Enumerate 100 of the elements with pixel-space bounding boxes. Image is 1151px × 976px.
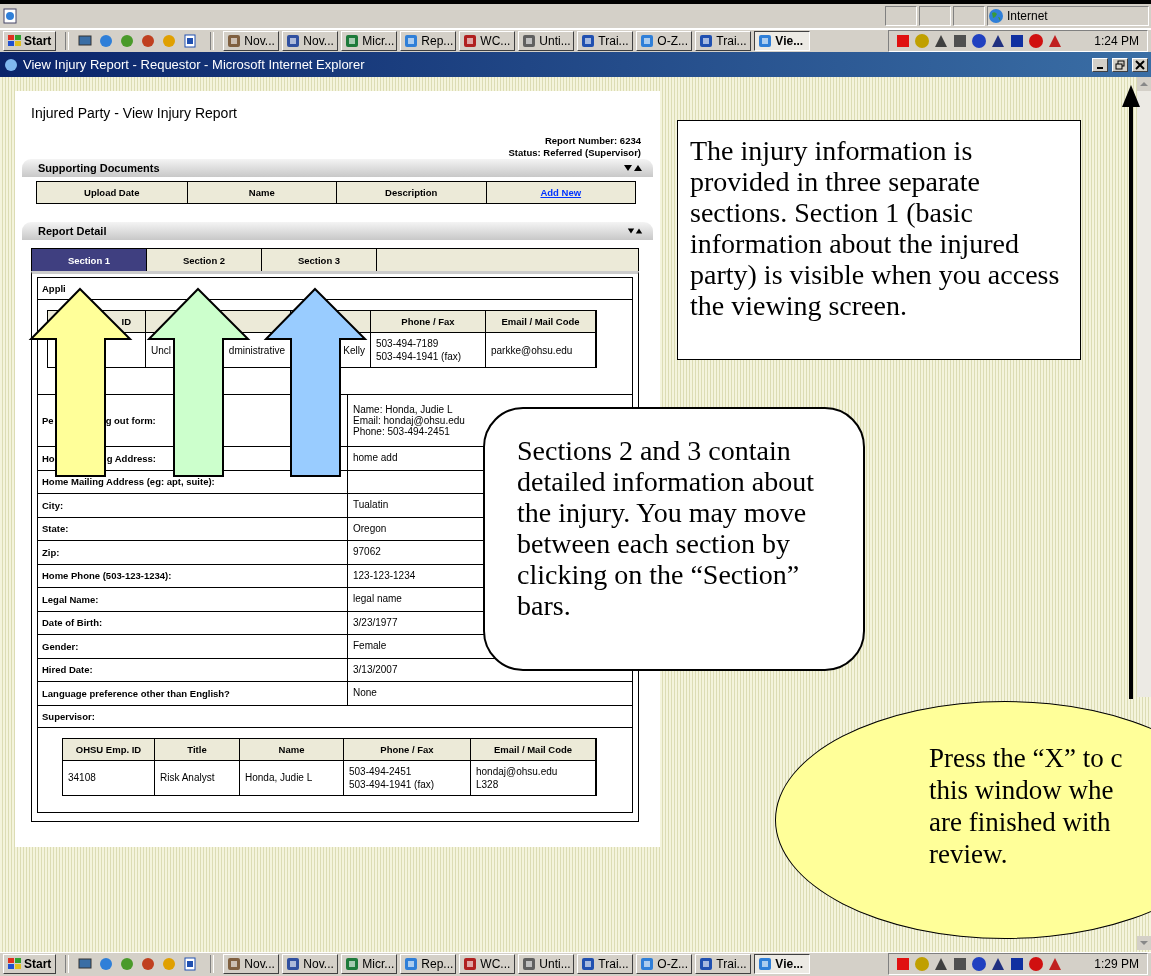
restore-button[interactable] — [1112, 57, 1128, 72]
field-label: Legal Name: — [42, 593, 99, 605]
tray-icon[interactable] — [952, 956, 969, 972]
tray-icon[interactable] — [1028, 33, 1045, 49]
section-title: Supporting Documents — [38, 162, 160, 174]
table-cell: 503-494-7189 503-494-1941 (fax) — [371, 333, 486, 367]
field-value: 123-123-1234 — [353, 569, 416, 582]
tray-icon[interactable] — [1009, 956, 1026, 972]
taskbar-button[interactable]: Unti... — [518, 31, 575, 51]
tray-icon[interactable] — [990, 956, 1007, 972]
field-label: Zip: — [42, 546, 60, 558]
tray-icon[interactable] — [1047, 33, 1064, 49]
field-label: Ho — [42, 452, 55, 464]
browser-icon — [3, 56, 19, 73]
desktop-icon[interactable] — [78, 34, 93, 48]
note-text: are finished with — [929, 806, 1111, 838]
taskbar-button[interactable]: Rep... — [400, 954, 457, 974]
status-pane — [953, 6, 985, 26]
table-cell: 34108 — [63, 760, 155, 795]
taskbar-button[interactable]: O-Z... — [636, 31, 693, 51]
tray-icon[interactable] — [971, 33, 988, 49]
field-value: Female — [353, 640, 387, 653]
clock: 1:24 PM — [1094, 34, 1139, 48]
table-cell: Risk Analyst — [155, 760, 240, 795]
taskbar-button[interactable]: WC... — [459, 31, 516, 51]
field-label: Supervisor: — [42, 710, 95, 722]
column-header: Title — [155, 738, 240, 761]
taskbar-button[interactable]: Nov... — [282, 31, 339, 51]
taskbar-button[interactable]: WC... — [459, 954, 516, 974]
taskbar-button[interactable]: Vie... — [754, 954, 811, 974]
minimize-button[interactable] — [1092, 57, 1108, 72]
tray-icon[interactable] — [1009, 33, 1026, 49]
tray-icon[interactable] — [895, 33, 912, 49]
document-icon[interactable] — [183, 957, 198, 971]
app-icon — [758, 957, 773, 971]
field-label: Appli — [42, 283, 66, 294]
field-value: 3/23/1977 — [353, 616, 398, 629]
scrollbar[interactable] — [1137, 77, 1151, 697]
tray-icon[interactable] — [895, 956, 912, 972]
table-cell-text: Uncl — [151, 343, 171, 357]
app-icon — [286, 34, 301, 48]
collapse-expand-icon[interactable] — [623, 163, 643, 173]
note-text: this window whe — [929, 774, 1114, 806]
start-button[interactable]: Start — [3, 31, 57, 51]
taskbar-button[interactable]: Micr... — [341, 954, 398, 974]
field-label: Gender: — [42, 640, 79, 652]
taskbar-button[interactable]: Nov... — [223, 31, 280, 51]
field-value: None — [353, 687, 377, 700]
app-icon — [404, 957, 419, 971]
tray-icon[interactable] — [952, 33, 969, 49]
add-new-link[interactable]: Add New — [540, 187, 582, 198]
column-header: OHSU Emp. ID — [63, 738, 155, 761]
tray-icon[interactable] — [1028, 956, 1045, 972]
tray-icon[interactable] — [990, 33, 1007, 49]
taskbar-button[interactable]: Unti... — [518, 954, 575, 974]
column-header: Email / Mail Code — [471, 738, 596, 761]
taskbar-button[interactable]: Nov... — [223, 954, 280, 974]
report-status: Status: Referred (Supervisor) — [508, 147, 641, 159]
field-label: g out form: — [105, 415, 156, 426]
app-icon — [345, 957, 360, 971]
document-icon[interactable] — [183, 34, 198, 48]
section-tab[interactable]: Section 1 — [32, 249, 147, 271]
app-icon — [463, 957, 478, 971]
app-icon — [581, 957, 596, 971]
tray-icon[interactable] — [933, 956, 950, 972]
tray-icon[interactable] — [1047, 956, 1064, 972]
table-cell: parkke@ohsu.edu — [486, 333, 596, 367]
taskbar-button[interactable]: O-Z... — [636, 954, 693, 974]
status-pane — [885, 6, 917, 26]
field-value: home add — [353, 452, 398, 465]
table-cell: hondaj@ohsu.edu L328 — [471, 760, 596, 795]
taskbar-button[interactable]: Vie... — [754, 31, 811, 51]
desktop-icon[interactable] — [78, 957, 93, 971]
section-header[interactable]: Report Detail — [22, 222, 653, 240]
close-button[interactable] — [1132, 57, 1148, 72]
taskbar-button[interactable]: Trai... — [577, 31, 634, 51]
app-icon — [640, 34, 655, 48]
app-icon — [699, 957, 714, 971]
app-icon — [286, 957, 301, 971]
field-label: City: — [42, 499, 64, 511]
taskbar-button[interactable]: Trai... — [577, 954, 634, 974]
status-pane — [919, 6, 951, 26]
column-header: Name — [240, 738, 344, 761]
taskbar-button[interactable]: Trai... — [695, 31, 752, 51]
tray-icon[interactable] — [971, 956, 988, 972]
app-icon — [345, 34, 360, 48]
tray-icon[interactable] — [933, 33, 950, 49]
start-button[interactable]: Start — [3, 954, 57, 974]
app-icon — [522, 34, 537, 48]
taskbar-button[interactable]: Micr... — [341, 31, 398, 51]
browser-icon[interactable] — [99, 34, 114, 48]
taskbar-button[interactable]: Rep... — [400, 31, 457, 51]
taskbar-button[interactable]: Nov... — [282, 954, 339, 974]
table-cell: Honda, Judie L — [240, 760, 344, 795]
section-header[interactable]: Supporting Documents — [22, 159, 653, 177]
note-text: Sections 2 and 3 contain detailed information about the injury. You may move between each section by clicking on the “Section” bars. — [517, 435, 816, 621]
field-label: Home Phone (503-123-1234): — [42, 570, 172, 582]
collapse-expand-icon[interactable] — [627, 227, 643, 235]
browser-icon[interactable] — [99, 957, 114, 971]
taskbar-button[interactable]: Trai... — [695, 954, 752, 974]
